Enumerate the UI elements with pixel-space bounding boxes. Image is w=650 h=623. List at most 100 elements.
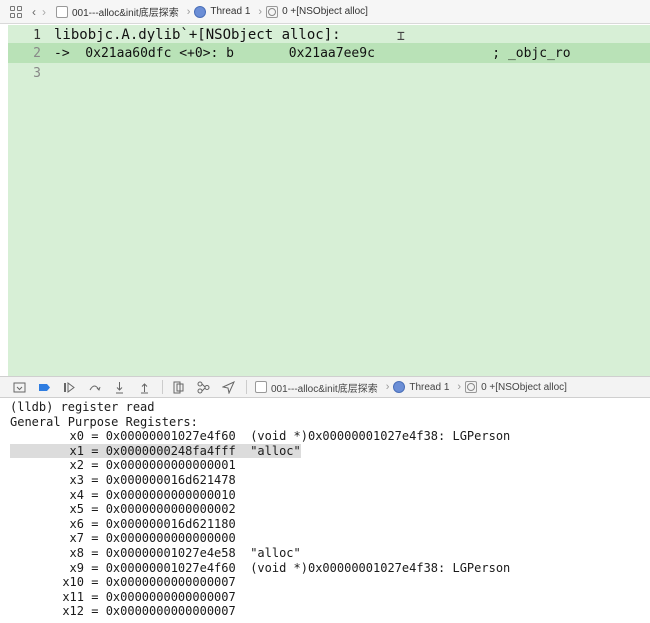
register-name: x0 — [69, 429, 84, 444]
breadcrumb-thread-label: Thread 1 — [210, 6, 251, 17]
register-equals: = — [84, 473, 106, 487]
register-value: 0x00000001027e4f60 — [105, 429, 236, 444]
console-prompt-line: (lldb) register read — [10, 400, 155, 414]
register-gap — [236, 429, 250, 443]
register-gap — [236, 444, 250, 458]
register-row-x4: x4 = 0x0000000000000010 — [10, 488, 236, 503]
thread-icon — [194, 5, 207, 18]
register-annotation: (void *)0x00000001027e4f38: LGPerson — [250, 429, 511, 444]
chevron-right-icon: › — [385, 381, 390, 393]
register-row-x2: x2 = 0x0000000000000001 — [10, 458, 236, 473]
debug-breadcrumb-file-label: 001---alloc&init底层探索 — [271, 383, 378, 395]
register-name: x4 — [69, 487, 84, 502]
breadcrumb-file-label: 001---alloc&init底层探索 — [72, 8, 179, 19]
breadcrumb-frame[interactable]: 0 +[NSObject alloc] — [266, 5, 368, 18]
selected-register-highlight: x1 = 0x0000000248fa4fff "alloc" — [10, 443, 301, 458]
register-value: 0x000000016d621478 — [105, 473, 236, 487]
register-value: 0x0000000000000007 — [105, 575, 236, 590]
code-text: libobjc.A.dylib`+[NSObject alloc]: — [54, 27, 341, 43]
register-name: x2 — [69, 458, 84, 473]
view-hierarchy-icon[interactable] — [171, 380, 186, 395]
register-name: x3 — [69, 473, 84, 487]
register-name: x9 — [69, 560, 84, 575]
step-over-icon[interactable] — [87, 380, 102, 395]
register-value: 0x0000000000000007 — [105, 604, 236, 619]
step-out-icon[interactable] — [137, 380, 152, 395]
breadcrumb-file[interactable]: 001---alloc&init底层探索 — [56, 4, 179, 19]
frame-icon — [266, 5, 279, 18]
register-value: 0x000000016d621180 — [105, 516, 236, 531]
register-name: x12 — [62, 604, 84, 619]
register-name: x10 — [62, 575, 84, 590]
line-number: 2 — [33, 45, 41, 61]
register-equals: = — [84, 429, 106, 444]
register-name: x6 — [69, 516, 84, 531]
register-row-x9: x9 = 0x00000001027e4f60 (void *)0x000000… — [10, 560, 511, 576]
register-row-x12: x12 = 0x0000000000000007 — [10, 604, 236, 619]
register-gap — [236, 561, 250, 575]
debug-breadcrumb-thread[interactable]: Thread 1 — [393, 381, 449, 393]
debug-breadcrumb-frame-label: 0 +[NSObject alloc] — [481, 381, 567, 393]
register-equals: = — [84, 443, 106, 458]
code-line-2-current: 2 -> 0x21aa60dfc <+0>: b 0x21aa7ee9c ; _… — [8, 43, 650, 63]
register-equals: = — [84, 516, 106, 531]
file-icon — [56, 5, 68, 18]
register-gap — [236, 546, 250, 560]
register-equals: = — [84, 560, 106, 575]
debug-breadcrumb-file[interactable]: 001---alloc&init底层探索 — [255, 380, 378, 395]
breadcrumb-thread[interactable]: Thread 1 — [194, 5, 251, 18]
step-into-icon[interactable] — [112, 380, 127, 395]
register-equals: = — [84, 531, 106, 546]
register-equals: = — [84, 458, 106, 473]
register-value: 0x0000000248fa4fff — [105, 443, 236, 458]
memory-graph-icon[interactable] — [196, 380, 211, 395]
register-value: 0x00000001027e4e58 — [105, 546, 236, 560]
register-equals: = — [84, 575, 106, 590]
related-items-icon[interactable] — [10, 4, 22, 20]
file-icon — [255, 381, 267, 393]
register-equals: = — [84, 604, 106, 619]
register-value: 0x0000000000000001 — [105, 458, 236, 473]
register-row-x0: x0 = 0x00000001027e4f60 (void *)0x000000… — [10, 429, 511, 444]
register-row-x7: x7 = 0x0000000000000000 — [10, 531, 236, 546]
code-line-3: 3 — [8, 63, 650, 83]
register-annotation: "alloc" — [250, 443, 301, 458]
toolbar-divider — [246, 380, 247, 394]
register-value: 0x0000000000000000 — [105, 531, 236, 546]
register-row-x10: x10 = 0x0000000000000007 — [10, 575, 236, 590]
register-row-x8: x8 = 0x00000001027e4e58 "alloc" — [10, 546, 301, 561]
register-row-x3: x3 = 0x000000016d621478 — [10, 473, 236, 488]
register-name: x7 — [69, 531, 84, 546]
line-number: 1 — [33, 27, 41, 43]
register-value: 0x0000000000000007 — [105, 589, 236, 604]
register-row-x1: x1 = 0x0000000248fa4fff "alloc" — [10, 443, 301, 459]
register-name: x1 — [69, 443, 84, 458]
register-equals: = — [84, 589, 106, 604]
register-name: x5 — [69, 502, 84, 517]
register-value: 0x0000000000000010 — [105, 487, 236, 502]
code-text: -> 0x21aa60dfc <+0>: b 0x21aa7ee9c ; _ob… — [54, 45, 571, 61]
lldb-console[interactable]: (lldb) register read General Purpose Reg… — [0, 399, 650, 623]
register-equals: = — [84, 502, 106, 517]
debug-breadcrumb-frame[interactable]: 0 +[NSObject alloc] — [465, 381, 567, 393]
forward-arrow-icon[interactable]: › — [42, 4, 46, 20]
chevron-right-icon: › — [186, 5, 191, 18]
back-arrow-icon[interactable]: ‹ — [32, 4, 36, 20]
debug-breadcrumb-thread-label: Thread 1 — [409, 381, 450, 393]
chevron-right-icon: › — [258, 5, 263, 18]
text-cursor-icon: ⌶ — [397, 29, 405, 44]
hide-debug-area-icon[interactable] — [12, 380, 27, 395]
register-equals: = — [84, 487, 106, 502]
toolbar-divider — [162, 380, 163, 394]
breadcrumb-frame-label: 0 +[NSObject alloc] — [282, 6, 368, 17]
register-annotation: (void *)0x00000001027e4f38: LGPerson — [250, 560, 511, 575]
disassembly-editor[interactable]: 1 libobjc.A.dylib`+[NSObject alloc]: 2 -… — [8, 25, 650, 376]
register-row-x5: x5 = 0x0000000000000002 — [10, 502, 236, 517]
continue-icon[interactable] — [62, 380, 77, 395]
simulate-location-icon[interactable] — [221, 380, 236, 395]
chevron-right-icon: › — [457, 381, 462, 393]
register-value: 0x00000001027e4f60 — [105, 560, 236, 575]
debug-bar: 001---alloc&init底层探索 › Thread 1 › 0 +[NS… — [0, 376, 650, 398]
breakpoints-toggle-icon[interactable] — [37, 380, 52, 395]
register-value: 0x0000000000000002 — [105, 502, 236, 517]
